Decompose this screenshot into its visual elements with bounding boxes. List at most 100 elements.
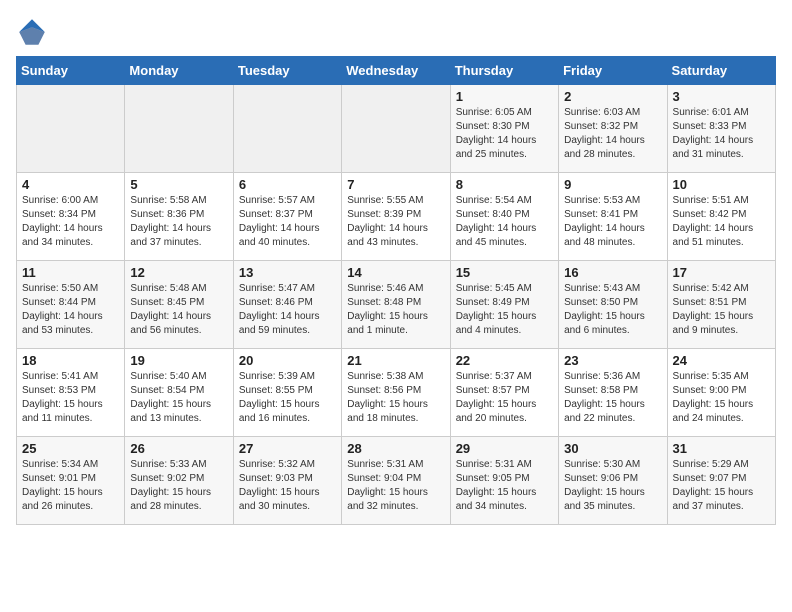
- calendar-cell-1-3: [233, 85, 341, 173]
- calendar-cell-5-5: 29 Sunrise: 5:31 AM Sunset: 9:05 PM Dayli…: [450, 437, 558, 525]
- day-info: Sunrise: 6:05 AM Sunset: 8:30 PM Dayligh…: [456, 106, 553, 162]
- day-info: Sunrise: 5:45 AM Sunset: 8:49 PM Dayligh…: [456, 282, 553, 338]
- day-number: 16: [564, 265, 661, 280]
- day-info: Sunrise: 5:50 AM Sunset: 8:44 PM Dayligh…: [22, 282, 119, 338]
- calendar-cell-2-2: 5 Sunrise: 5:58 AM Sunset: 8:36 PM Daylig…: [125, 173, 233, 261]
- calendar-header-tuesday: Tuesday: [233, 57, 341, 85]
- day-number: 24: [673, 353, 770, 368]
- calendar-cell-3-5: 15Sunrise: 5:45 AM Sunset: 8:49 PM Dayli…: [450, 261, 558, 349]
- calendar-header-wednesday: Wednesday: [342, 57, 450, 85]
- day-info: Sunrise: 5:43 AM Sunset: 8:50 PM Dayligh…: [564, 282, 661, 338]
- calendar-cell-2-4: 7 Sunrise: 5:55 AM Sunset: 8:39 PM Daylig…: [342, 173, 450, 261]
- day-number: 5: [130, 177, 227, 192]
- calendar-cell-3-6: 16 Sunrise: 5:43 AM Sunset: 8:50 PM Dayli…: [559, 261, 667, 349]
- day-number: 13: [239, 265, 336, 280]
- day-info: Sunrise: 5:34 AM Sunset: 9:01 PM Dayligh…: [22, 458, 119, 514]
- calendar-header-row: SundayMondayTuesdayWednesdayThursdayFrid…: [17, 57, 776, 85]
- calendar-cell-1-4: [342, 85, 450, 173]
- calendar-table: SundayMondayTuesdayWednesdayThursdayFrid…: [16, 56, 776, 525]
- day-info: Sunrise: 5:33 AM Sunset: 9:02 PM Dayligh…: [130, 458, 227, 514]
- day-number: 31: [673, 441, 770, 456]
- day-number: 30: [564, 441, 661, 456]
- calendar-cell-5-4: 28 Sunrise: 5:31 AM Sunset: 9:04 PM Dayli…: [342, 437, 450, 525]
- day-number: 6: [239, 177, 336, 192]
- calendar-week-5: 25Sunrise: 5:34 AM Sunset: 9:01 PM Dayli…: [17, 437, 776, 525]
- calendar-cell-1-5: 1 Sunrise: 6:05 AM Sunset: 8:30 PM Daylig…: [450, 85, 558, 173]
- day-number: 10: [673, 177, 770, 192]
- day-info: Sunrise: 5:46 AM Sunset: 8:48 PM Dayligh…: [347, 282, 444, 338]
- day-info: Sunrise: 5:31 AM Sunset: 9:05 PM Dayligh…: [456, 458, 553, 514]
- day-info: Sunrise: 5:32 AM Sunset: 9:03 PM Dayligh…: [239, 458, 336, 514]
- day-info: Sunrise: 5:35 AM Sunset: 9:00 PM Dayligh…: [673, 370, 770, 426]
- calendar-cell-2-1: 4Sunrise: 6:00 AM Sunset: 8:34 PM Daylig…: [17, 173, 125, 261]
- logo-icon: [16, 16, 48, 48]
- day-number: 18: [22, 353, 119, 368]
- day-number: 20: [239, 353, 336, 368]
- day-number: 2: [564, 89, 661, 104]
- calendar-cell-2-7: 10 Sunrise: 5:51 AM Sunset: 8:42 PM Dayli…: [667, 173, 775, 261]
- day-number: 29: [456, 441, 553, 456]
- calendar-cell-3-4: 14 Sunrise: 5:46 AM Sunset: 8:48 PM Dayli…: [342, 261, 450, 349]
- calendar-header-monday: Monday: [125, 57, 233, 85]
- calendar-cell-1-6: 2Sunrise: 6:03 AM Sunset: 8:32 PM Daylig…: [559, 85, 667, 173]
- day-info: Sunrise: 5:53 AM Sunset: 8:41 PM Dayligh…: [564, 194, 661, 250]
- day-number: 12: [130, 265, 227, 280]
- calendar-cell-4-3: 20 Sunrise: 5:39 AM Sunset: 8:55 PM Dayli…: [233, 349, 341, 437]
- page: SundayMondayTuesdayWednesdayThursdayFrid…: [0, 0, 792, 541]
- day-number: 22: [456, 353, 553, 368]
- calendar-week-2: 4Sunrise: 6:00 AM Sunset: 8:34 PM Daylig…: [17, 173, 776, 261]
- calendar-week-4: 18 Sunrise: 5:41 AM Sunset: 8:53 PM Dayli…: [17, 349, 776, 437]
- day-info: Sunrise: 5:38 AM Sunset: 8:56 PM Dayligh…: [347, 370, 444, 426]
- day-info: Sunrise: 5:39 AM Sunset: 8:55 PM Dayligh…: [239, 370, 336, 426]
- calendar-cell-2-6: 9 Sunrise: 5:53 AM Sunset: 8:41 PM Daylig…: [559, 173, 667, 261]
- calendar-cell-4-4: 21Sunrise: 5:38 AM Sunset: 8:56 PM Dayli…: [342, 349, 450, 437]
- calendar-cell-3-3: 13 Sunrise: 5:47 AM Sunset: 8:46 PM Dayli…: [233, 261, 341, 349]
- day-number: 28: [347, 441, 444, 456]
- day-number: 11: [22, 265, 119, 280]
- calendar-cell-1-2: [125, 85, 233, 173]
- day-info: Sunrise: 5:29 AM Sunset: 9:07 PM Dayligh…: [673, 458, 770, 514]
- calendar-cell-1-7: 3 Sunrise: 6:01 AM Sunset: 8:33 PM Daylig…: [667, 85, 775, 173]
- day-info: Sunrise: 5:51 AM Sunset: 8:42 PM Dayligh…: [673, 194, 770, 250]
- day-number: 4: [22, 177, 119, 192]
- day-info: Sunrise: 5:58 AM Sunset: 8:36 PM Dayligh…: [130, 194, 227, 250]
- day-number: 1: [456, 89, 553, 104]
- calendar-cell-1-1: [17, 85, 125, 173]
- day-number: 3: [673, 89, 770, 104]
- calendar-header-sunday: Sunday: [17, 57, 125, 85]
- day-info: Sunrise: 6:01 AM Sunset: 8:33 PM Dayligh…: [673, 106, 770, 162]
- calendar-week-3: 11 Sunrise: 5:50 AM Sunset: 8:44 PM Dayli…: [17, 261, 776, 349]
- calendar-cell-4-2: 19 Sunrise: 5:40 AM Sunset: 8:54 PM Dayli…: [125, 349, 233, 437]
- day-info: Sunrise: 5:57 AM Sunset: 8:37 PM Dayligh…: [239, 194, 336, 250]
- calendar-cell-2-3: 6 Sunrise: 5:57 AM Sunset: 8:37 PM Daylig…: [233, 173, 341, 261]
- calendar-cell-5-7: 31 Sunrise: 5:29 AM Sunset: 9:07 PM Dayli…: [667, 437, 775, 525]
- day-info: Sunrise: 5:30 AM Sunset: 9:06 PM Dayligh…: [564, 458, 661, 514]
- day-info: Sunrise: 5:40 AM Sunset: 8:54 PM Dayligh…: [130, 370, 227, 426]
- calendar-cell-5-6: 30 Sunrise: 5:30 AM Sunset: 9:06 PM Dayli…: [559, 437, 667, 525]
- calendar-cell-4-5: 22 Sunrise: 5:37 AM Sunset: 8:57 PM Dayli…: [450, 349, 558, 437]
- day-number: 7: [347, 177, 444, 192]
- day-number: 27: [239, 441, 336, 456]
- day-number: 14: [347, 265, 444, 280]
- day-info: Sunrise: 5:48 AM Sunset: 8:45 PM Dayligh…: [130, 282, 227, 338]
- header: [16, 16, 776, 48]
- day-info: Sunrise: 5:31 AM Sunset: 9:04 PM Dayligh…: [347, 458, 444, 514]
- day-info: Sunrise: 5:47 AM Sunset: 8:46 PM Dayligh…: [239, 282, 336, 338]
- day-info: Sunrise: 5:41 AM Sunset: 8:53 PM Dayligh…: [22, 370, 119, 426]
- calendar-cell-5-1: 25Sunrise: 5:34 AM Sunset: 9:01 PM Dayli…: [17, 437, 125, 525]
- day-info: Sunrise: 5:36 AM Sunset: 8:58 PM Dayligh…: [564, 370, 661, 426]
- calendar-cell-3-7: 17Sunrise: 5:42 AM Sunset: 8:51 PM Dayli…: [667, 261, 775, 349]
- calendar-cell-3-2: 12 Sunrise: 5:48 AM Sunset: 8:45 PM Dayli…: [125, 261, 233, 349]
- day-info: Sunrise: 5:42 AM Sunset: 8:51 PM Dayligh…: [673, 282, 770, 338]
- day-number: 19: [130, 353, 227, 368]
- calendar-cell-3-1: 11 Sunrise: 5:50 AM Sunset: 8:44 PM Dayli…: [17, 261, 125, 349]
- calendar-cell-4-1: 18 Sunrise: 5:41 AM Sunset: 8:53 PM Dayli…: [17, 349, 125, 437]
- day-info: Sunrise: 5:54 AM Sunset: 8:40 PM Dayligh…: [456, 194, 553, 250]
- calendar-cell-5-3: 27 Sunrise: 5:32 AM Sunset: 9:03 PM Dayli…: [233, 437, 341, 525]
- calendar-cell-5-2: 26Sunrise: 5:33 AM Sunset: 9:02 PM Dayli…: [125, 437, 233, 525]
- day-info: Sunrise: 5:55 AM Sunset: 8:39 PM Dayligh…: [347, 194, 444, 250]
- day-number: 9: [564, 177, 661, 192]
- day-info: Sunrise: 5:37 AM Sunset: 8:57 PM Dayligh…: [456, 370, 553, 426]
- day-number: 8: [456, 177, 553, 192]
- calendar-cell-4-6: 23Sunrise: 5:36 AM Sunset: 8:58 PM Dayli…: [559, 349, 667, 437]
